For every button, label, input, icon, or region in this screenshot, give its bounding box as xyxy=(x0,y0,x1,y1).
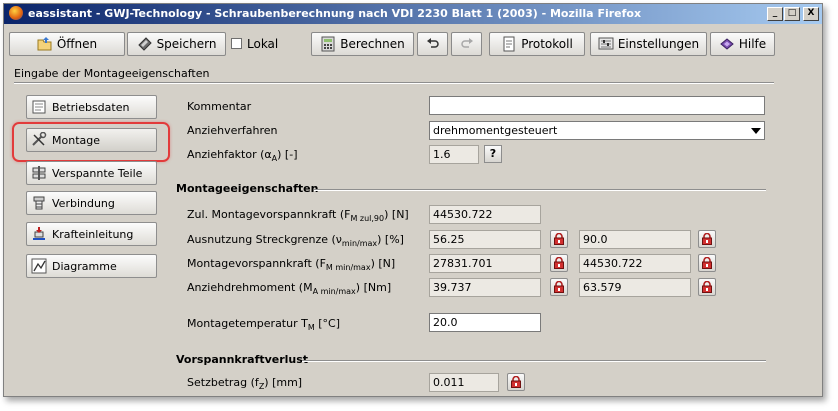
calculate-label: Berechnen xyxy=(340,37,405,51)
drehmoment-min-field[interactable]: 39.737 xyxy=(429,278,541,297)
drehmoment-label: Anziehdrehmoment (MA min/max) [Nm] xyxy=(187,281,392,296)
nav-label: Betriebsdaten xyxy=(52,100,130,114)
redo-icon xyxy=(459,36,475,52)
lock-button[interactable] xyxy=(550,254,568,272)
nav-label: Krafteinleitung xyxy=(52,227,134,241)
help-button[interactable]: Hilfe xyxy=(710,32,775,56)
parts-icon xyxy=(31,165,47,181)
drehmoment-max-field[interactable]: 63.579 xyxy=(579,278,691,297)
kommentar-label: Kommentar xyxy=(187,100,252,113)
bolt-connection-icon xyxy=(31,195,47,211)
help-label: Hilfe xyxy=(738,37,767,51)
save-label: Speichern xyxy=(156,37,217,51)
open-label: Öffnen xyxy=(56,37,98,51)
undo-button[interactable] xyxy=(417,32,448,56)
nav-verspannte-teile[interactable]: Verspannte Teile xyxy=(26,161,157,185)
nav-diagramme[interactable]: Diagramme xyxy=(26,254,157,278)
browser-window: eassistant - GWJ-Technology - Schraubenb… xyxy=(3,3,823,397)
temperatur-label: Montagetemperatur TM [°C] xyxy=(187,317,340,332)
toolbar: Öffnen Speichern Lokal Berechnen Protoko… xyxy=(9,32,819,58)
anziehfaktor-label: Anziehfaktor (αA) [-] xyxy=(187,148,298,163)
section-title: Eingabe der Montageeigenschaften xyxy=(14,67,210,80)
save-icon xyxy=(137,36,153,52)
lock-button[interactable] xyxy=(698,278,716,296)
redo-button[interactable] xyxy=(451,32,482,56)
calculator-icon xyxy=(320,36,336,52)
chart-icon xyxy=(31,258,47,274)
close-button[interactable]: X xyxy=(803,7,819,21)
vorspannkraft-label: Montagevorspannkraft (FM min/max) [N] xyxy=(187,257,396,272)
anziehfaktor-field[interactable]: 1.6 xyxy=(429,145,479,164)
window-title: eassistant - GWJ-Technology - Schraubenb… xyxy=(28,7,642,20)
protocol-button[interactable]: Protokoll xyxy=(489,32,585,56)
lock-icon xyxy=(554,281,564,293)
lock-button[interactable] xyxy=(507,373,525,391)
ausnutzung-max-field[interactable]: 90.0 xyxy=(579,230,691,249)
nav-krafteinleitung[interactable]: Krafteinleitung xyxy=(26,222,157,246)
local-checkbox[interactable] xyxy=(231,38,242,49)
lock-icon xyxy=(511,376,521,388)
help-book-icon xyxy=(719,36,735,52)
temperatur-input[interactable]: 20.0 xyxy=(429,313,541,332)
force-icon xyxy=(31,226,47,242)
protocol-label: Protokoll xyxy=(521,37,573,51)
setzbetrag-field[interactable]: 0.011 xyxy=(429,373,499,392)
lock-button[interactable] xyxy=(698,254,716,272)
nav-verbindung[interactable]: Verbindung xyxy=(26,191,157,215)
open-folder-icon xyxy=(37,36,53,52)
lock-icon xyxy=(554,233,564,245)
firefox-icon xyxy=(9,6,23,20)
vorspannkraftverlust-heading: Vorspannkraftverlust xyxy=(176,353,309,366)
lock-button[interactable] xyxy=(550,278,568,296)
ausnutzung-min-field[interactable]: 56.25 xyxy=(429,230,541,249)
lock-icon xyxy=(702,281,712,293)
local-label: Lokal xyxy=(247,37,279,51)
open-button[interactable]: Öffnen xyxy=(9,32,125,56)
document-icon xyxy=(31,99,47,115)
settings-icon xyxy=(598,36,614,52)
nav-label: Verspannte Teile xyxy=(52,166,143,180)
vorspannkraft-min-field[interactable]: 27831.701 xyxy=(429,254,541,273)
ausnutzung-label: Ausnutzung Streckgrenze (νmin/max) [%] xyxy=(187,233,404,248)
lock-button[interactable] xyxy=(698,230,716,248)
help-question-button[interactable]: ? xyxy=(484,145,502,163)
lock-icon xyxy=(554,257,564,269)
lock-icon xyxy=(702,233,712,245)
montageeigenschaften-heading: Montageeigenschaften xyxy=(176,182,319,195)
anziehverfahren-value: drehmomentgesteuert xyxy=(433,124,558,137)
save-button[interactable]: Speichern xyxy=(127,32,226,56)
undo-icon xyxy=(425,36,441,52)
nav-betriebsdaten[interactable]: Betriebsdaten xyxy=(26,95,157,119)
lock-icon xyxy=(702,257,712,269)
vorspannkraft-max-field[interactable]: 44530.722 xyxy=(579,254,691,273)
anziehverfahren-label: Anziehverfahren xyxy=(187,124,278,137)
setzbetrag-label: Setzbetrag (fZ) [mm] xyxy=(187,376,303,391)
settings-button[interactable]: Einstellungen xyxy=(590,32,707,56)
anziehverfahren-select[interactable]: drehmomentgesteuert xyxy=(429,121,765,140)
nav-label: Verbindung xyxy=(52,196,115,210)
minimize-button[interactable]: _ xyxy=(767,7,783,21)
kommentar-input[interactable] xyxy=(429,96,765,115)
group-divider xyxy=(302,360,766,362)
group-divider xyxy=(314,189,766,191)
zul-vorspannkraft-label: Zul. Montagevorspannkraft (FM zul,90) [N… xyxy=(187,208,409,223)
protocol-icon xyxy=(501,36,517,52)
title-bar: eassistant - GWJ-Technology - Schraubenb… xyxy=(4,4,822,24)
nav-label: Diagramme xyxy=(52,259,117,273)
maximize-button[interactable]: □ xyxy=(784,7,800,21)
calculate-button[interactable]: Berechnen xyxy=(311,32,414,56)
chevron-down-icon[interactable] xyxy=(747,122,764,139)
montage-highlight xyxy=(12,122,170,162)
lock-button[interactable] xyxy=(550,230,568,248)
zul-vorspannkraft-field[interactable]: 44530.722 xyxy=(429,205,541,224)
section-divider xyxy=(14,82,774,84)
settings-label: Einstellungen xyxy=(617,37,700,51)
